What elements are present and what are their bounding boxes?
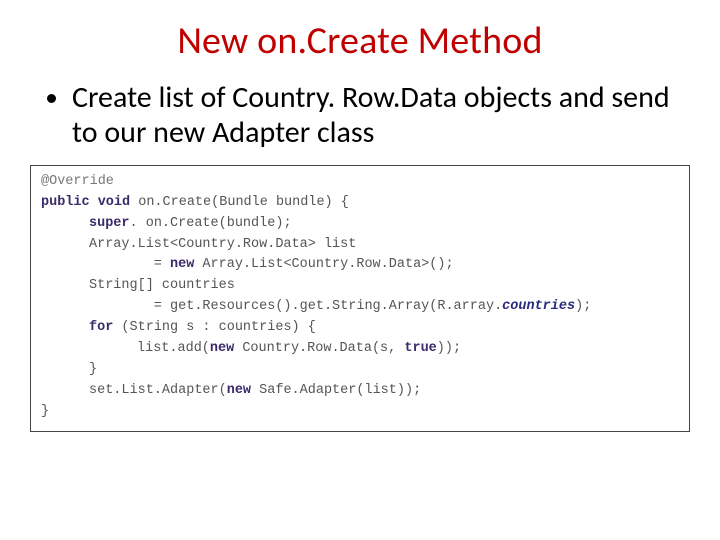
code-text: )); bbox=[437, 341, 461, 356]
code-text: set.List.Adapter( bbox=[89, 383, 227, 398]
code-text: on.Create(Bundle bundle) { bbox=[130, 195, 349, 210]
slide-title: New on.Create Method bbox=[30, 18, 690, 64]
code-text: (String s : countries) { bbox=[113, 320, 316, 335]
code-text: Safe.Adapter(list)); bbox=[251, 383, 421, 398]
code-text: = bbox=[89, 257, 170, 272]
code-text: . on.Create(bundle); bbox=[130, 216, 292, 231]
code-emphasis: countries bbox=[502, 299, 575, 314]
code-block: @Override public void on.Create(Bundle b… bbox=[30, 165, 690, 432]
code-text: } bbox=[89, 362, 97, 377]
code-text: Array.List<Country.Row.Data> list bbox=[89, 237, 356, 252]
code-text: String[] countries bbox=[89, 278, 235, 293]
code-keyword: new bbox=[170, 257, 194, 272]
code-text: = get.Resources().get.String.Array(R.arr… bbox=[89, 299, 502, 314]
code-text: ); bbox=[575, 299, 591, 314]
bullet-item: Create list of Country. Row.Data objects… bbox=[72, 80, 690, 151]
code-keyword: super bbox=[89, 216, 130, 231]
code-keyword: for bbox=[89, 320, 113, 335]
code-text: Array.List<Country.Row.Data>(); bbox=[194, 257, 453, 272]
code-text: } bbox=[41, 404, 49, 419]
code-keyword: new bbox=[227, 383, 251, 398]
code-text: list.add( bbox=[137, 341, 210, 356]
code-annotation: @Override bbox=[41, 174, 114, 189]
bullet-list: Create list of Country. Row.Data objects… bbox=[30, 80, 690, 151]
slide: New on.Create Method Create list of Coun… bbox=[0, 0, 720, 540]
code-keyword: new bbox=[210, 341, 234, 356]
code-keyword: public void bbox=[41, 195, 130, 210]
code-text: Country.Row.Data(s, bbox=[234, 341, 404, 356]
code-keyword: true bbox=[404, 341, 436, 356]
